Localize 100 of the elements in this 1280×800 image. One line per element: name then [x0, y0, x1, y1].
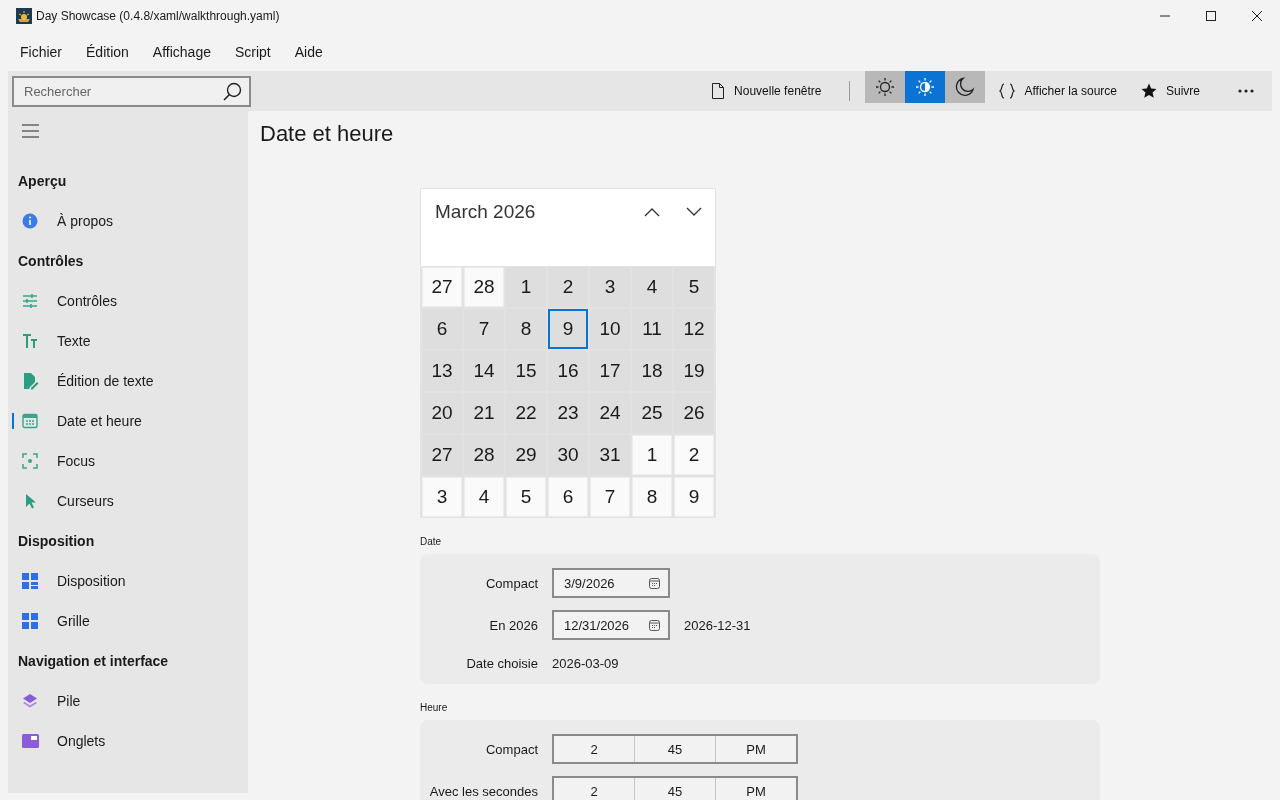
calendar-day[interactable]: 29 [506, 435, 546, 475]
menu-item[interactable]: Édition [76, 43, 139, 60]
menu-item[interactable]: Script [224, 43, 281, 60]
date-picker[interactable]: 12/31/2026 [552, 610, 670, 640]
grid-icon [22, 612, 39, 630]
time-picker[interactable]: 2 45 PM [552, 776, 798, 800]
nav-item[interactable]: Édition de texte [8, 361, 248, 401]
calendar-day[interactable]: 1 [632, 435, 672, 475]
nav-item[interactable]: Curseurs [8, 481, 248, 521]
follow-button[interactable]: Suivre [1129, 75, 1212, 107]
braces-icon [999, 83, 1016, 99]
page-title: Date et heure [260, 120, 395, 148]
calendar-day[interactable]: 14 [464, 351, 504, 391]
nav-item[interactable]: Disposition [8, 561, 248, 601]
month-title[interactable]: March 2026 [435, 201, 631, 223]
close-icon [1252, 11, 1262, 21]
calendar-day[interactable]: 2 [548, 267, 588, 307]
calendar-day[interactable]: 10 [590, 309, 630, 349]
calendar-day[interactable]: 9 [674, 477, 714, 517]
section-label: Date [420, 535, 443, 549]
calendar-day[interactable]: 30 [548, 435, 588, 475]
calendar-day[interactable]: 3 [422, 477, 462, 517]
document-icon [711, 83, 726, 99]
calendar-day[interactable]: 19 [674, 351, 714, 391]
calendar-day[interactable]: 2 [674, 435, 714, 475]
calendar-day[interactable]: 1 [506, 267, 546, 307]
field-label: Date choisie [465, 655, 538, 671]
calendar-day[interactable]: 6 [422, 309, 462, 349]
nav-group-heading: Aperçu [17, 172, 68, 191]
nav-group-heading: Contrôles [17, 252, 85, 271]
nav-item[interactable]: Contrôles [8, 281, 248, 321]
nav-item[interactable]: À propos [8, 201, 248, 241]
theme-button[interactable] [945, 71, 986, 103]
search-field[interactable]: Rechercher [12, 75, 251, 107]
calendar-day[interactable]: 27 [422, 435, 462, 475]
calendar-day[interactable]: 4 [632, 267, 672, 307]
nav-item[interactable]: Focus [8, 441, 248, 481]
calendar-day[interactable]: 6 [548, 477, 588, 517]
calendar-day[interactable]: 24 [590, 393, 630, 433]
calendar-icon [649, 619, 660, 631]
time-picker[interactable]: 2 45 PM [552, 734, 798, 764]
focus-icon [22, 452, 39, 470]
document-edit-icon [22, 372, 39, 390]
calendar-day[interactable]: 5 [674, 267, 714, 307]
nav-item[interactable]: Pile [8, 681, 248, 721]
moon-icon [955, 77, 976, 97]
nav-group-heading: Navigation et interface [17, 652, 170, 671]
calendar-day[interactable]: 8 [506, 309, 546, 349]
nav-item[interactable]: Texte [8, 321, 248, 361]
calendar-day[interactable]: 25 [632, 393, 672, 433]
new-window-button[interactable]: Nouvelle fenêtre [699, 75, 834, 107]
sliders-icon [22, 292, 39, 310]
calendar-day[interactable]: 28 [464, 435, 504, 475]
sun-icon [875, 77, 896, 97]
field-label: Compact [484, 741, 538, 757]
chevron-down-icon [686, 207, 702, 217]
calendar-day[interactable]: 11 [632, 309, 672, 349]
calendar-day[interactable]: 12 [674, 309, 714, 349]
calendar-day[interactable]: 5 [506, 477, 546, 517]
maximize-icon [1206, 11, 1216, 21]
menu-icon [21, 124, 39, 138]
calendar-day[interactable]: 28 [464, 267, 504, 307]
calendar-day[interactable]: 31 [590, 435, 630, 475]
calendar-day[interactable]: 7 [590, 477, 630, 517]
theme-button[interactable] [865, 71, 906, 103]
calendar-day[interactable]: 3 [590, 267, 630, 307]
star-icon [1141, 83, 1157, 99]
window-title: Day Showcase (0.4.8/xaml/walkthrough.yaml) [36, 9, 281, 23]
calendar-day[interactable]: 16 [548, 351, 588, 391]
menu-item[interactable]: Fichier [10, 43, 72, 60]
calendar-day[interactable]: 9 [548, 309, 588, 349]
calendar-day[interactable]: 13 [422, 351, 462, 391]
menu-button[interactable] [20, 124, 40, 138]
calendar[interactable]: March 2026 27 28 1 2 3 4 5 6 7 8 9 10 11 12 13 14 15 16 17 18 19 20 21 22 23 24 25 26 27 28 29 30 31 1 2 3 4 5 6 7 8 9 [420, 188, 716, 518]
view-source-button[interactable]: Afficher la source [987, 75, 1129, 107]
calendar-day[interactable]: 4 [464, 477, 504, 517]
nav-item[interactable]: Grille [8, 601, 248, 641]
tabs-icon [22, 732, 39, 750]
calendar-icon [22, 412, 39, 430]
menu-item[interactable]: Affichage [142, 43, 221, 60]
calendar-day[interactable]: 20 [422, 393, 462, 433]
half-sun-icon [915, 77, 936, 97]
calendar-day[interactable]: 8 [632, 477, 672, 517]
calendar-day[interactable]: 17 [590, 351, 630, 391]
calendar-day[interactable]: 15 [506, 351, 546, 391]
calendar-day[interactable]: 7 [464, 309, 504, 349]
date-value: 2026-03-09 [552, 655, 619, 671]
calendar-day[interactable]: 26 [674, 393, 714, 433]
calendar-day[interactable]: 22 [506, 393, 546, 433]
calendar-day[interactable]: 18 [632, 351, 672, 391]
layers-icon [22, 692, 39, 710]
calendar-day[interactable]: 27 [422, 267, 462, 307]
menu-item[interactable]: Aide [284, 43, 333, 60]
search-icon [223, 81, 242, 101]
calendar-day[interactable]: 23 [548, 393, 588, 433]
info-icon [22, 212, 39, 230]
calendar-day[interactable]: 21 [464, 393, 504, 433]
nav-item[interactable]: Onglets [8, 721, 248, 761]
date-picker[interactable]: 3/9/2026 [552, 568, 670, 598]
chevron-up-icon [644, 207, 660, 217]
